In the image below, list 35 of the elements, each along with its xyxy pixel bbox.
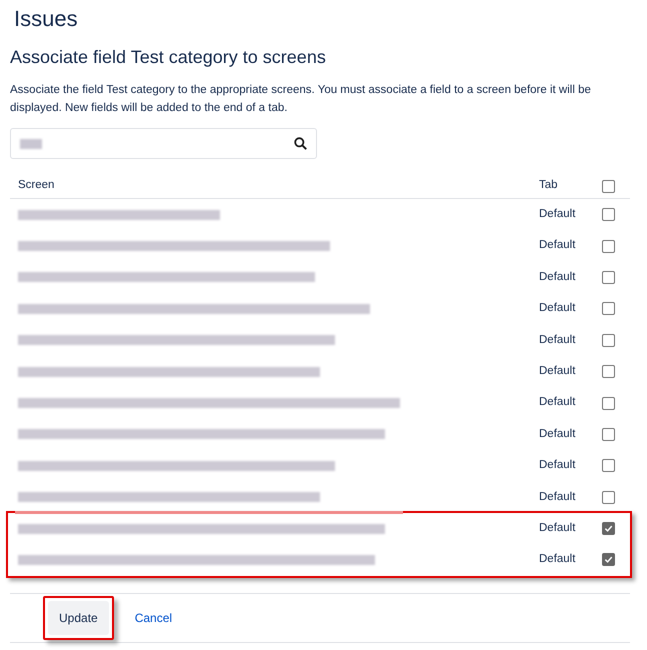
table-cell-text: Default — [539, 395, 576, 410]
redacted-text-block — [20, 138, 42, 148]
search-field[interactable] — [10, 128, 317, 159]
checkbox[interactable] — [602, 270, 615, 284]
page-title: Issues — [13, 5, 79, 33]
checkbox[interactable] — [602, 365, 615, 378]
checkbox[interactable] — [602, 180, 615, 192]
column-header: Screen — [17, 178, 56, 194]
checkbox[interactable] — [602, 208, 615, 222]
table-cell-text: Default — [539, 364, 576, 380]
checkbox[interactable] — [602, 459, 615, 472]
table-cell-text: Default — [539, 426, 576, 442]
update-button[interactable]: Update — [48, 600, 109, 635]
checkbox[interactable] — [602, 240, 615, 253]
checkbox[interactable] — [602, 490, 615, 504]
table-cell-text: Default — [539, 301, 576, 316]
checkbox[interactable] — [602, 302, 615, 316]
table-cell-text: Default — [539, 552, 576, 568]
description-text: Associate the field Test category to the appropriate screens. You must associate a field to a screen before it will be displayed. New fields will be added to the end of a tab. — [10, 83, 592, 116]
table-cell-text: Default — [539, 332, 576, 348]
checkbox[interactable] — [602, 553, 615, 566]
table-cell-text: Default — [539, 270, 576, 285]
cancel-link[interactable]: Cancel — [134, 608, 172, 627]
table-cell-text: Default — [539, 238, 576, 254]
search-icon[interactable] — [294, 137, 307, 150]
table-cell-text: Default — [539, 490, 576, 505]
table-cell-text: Default — [539, 520, 576, 536]
column-header: Tab — [539, 178, 559, 194]
checkbox[interactable] — [602, 396, 615, 410]
checkbox[interactable] — [602, 522, 615, 536]
checkbox[interactable] — [602, 428, 615, 441]
table-cell-text: Default — [539, 207, 576, 222]
section-heading: Associate field Test category to screens — [10, 46, 327, 69]
checkbox[interactable] — [602, 334, 615, 347]
table-cell-text: Default — [539, 458, 576, 474]
